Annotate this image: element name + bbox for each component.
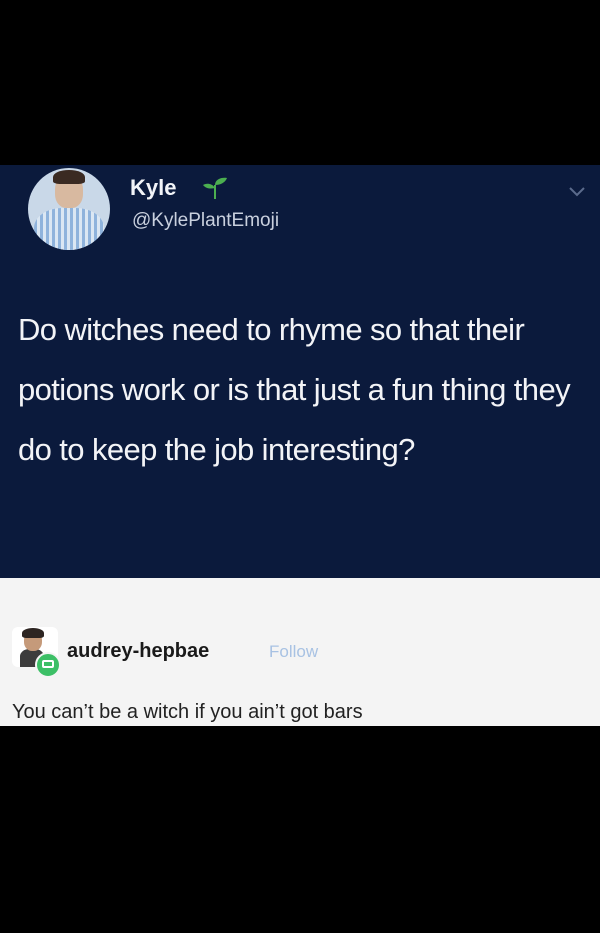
- tweet-handle[interactable]: @KylePlantEmoji: [132, 210, 279, 232]
- badge-icon: [35, 652, 61, 678]
- follow-button[interactable]: Follow: [269, 642, 318, 662]
- chevron-down-icon[interactable]: [568, 186, 586, 198]
- tweet-text: Do witches need to rhyme so that their p…: [18, 312, 571, 467]
- tweet-display-name[interactable]: Kyle: [130, 175, 176, 201]
- post-username[interactable]: audrey-hepbae: [67, 640, 209, 663]
- tweet-avatar[interactable]: [28, 168, 110, 250]
- post-text: You can’t be a witch if you ain’t got ba…: [12, 701, 363, 723]
- seedling-icon: [203, 177, 227, 199]
